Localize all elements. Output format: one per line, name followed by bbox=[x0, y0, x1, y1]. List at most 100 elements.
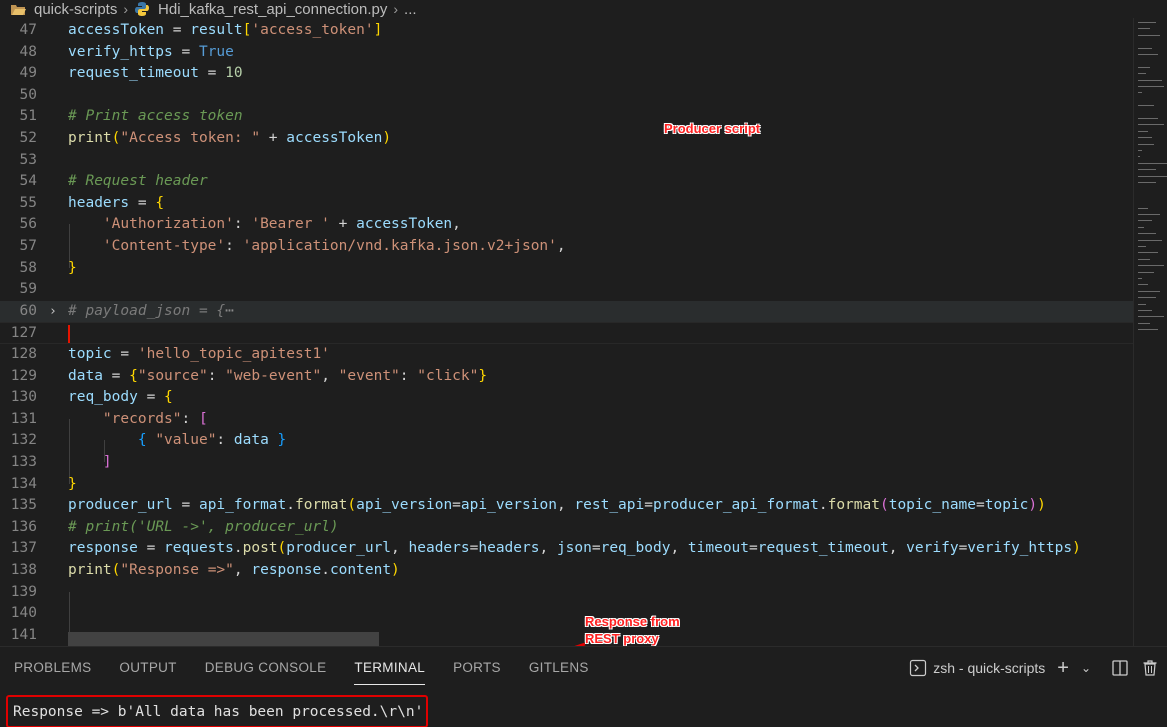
line-number: 49 bbox=[19, 65, 37, 82]
code-line[interactable]: 57 'Content-type': 'application/vnd.kafk… bbox=[0, 236, 1133, 258]
code-line[interactable]: 49 request_timeout = 10 bbox=[0, 63, 1133, 85]
tab-ports[interactable]: PORTS bbox=[439, 647, 515, 689]
code-line[interactable]: 133 ] bbox=[0, 452, 1133, 474]
breadcrumb-folder[interactable]: quick-scripts bbox=[34, 1, 117, 18]
code-line[interactable]: 47 accessToken = result['access_token'] bbox=[0, 20, 1133, 42]
split-icon[interactable] bbox=[1111, 659, 1129, 677]
code-line[interactable]: 135 producer_url = api_format.format(api_… bbox=[0, 495, 1133, 517]
plus-icon[interactable]: + bbox=[1057, 658, 1069, 678]
line-number: 130 bbox=[10, 389, 37, 406]
code-line[interactable]: 130 req_body = { bbox=[0, 387, 1133, 409]
code-line[interactable]: 129 data = {"source": "web-event", "event… bbox=[0, 366, 1133, 388]
minimap-line bbox=[1138, 329, 1158, 331]
code-token: "records" bbox=[102, 410, 182, 427]
terminal-selector[interactable]: zsh - quick-scripts bbox=[909, 659, 1045, 677]
code-line[interactable]: 137 response = requests.post(producer_url… bbox=[0, 538, 1133, 560]
code-line[interactable]: 138 print("Response =>", response.content… bbox=[0, 560, 1133, 582]
code-token: print bbox=[68, 562, 112, 578]
minimap-line bbox=[1138, 124, 1164, 126]
fold-chevron-icon[interactable]: › bbox=[49, 301, 57, 323]
code-line[interactable]: 50 bbox=[0, 85, 1133, 107]
tab-terminal[interactable]: TERMINAL bbox=[340, 647, 439, 689]
code-token: } bbox=[277, 432, 287, 449]
code-token: timeout bbox=[687, 540, 750, 557]
folder-icon bbox=[11, 5, 26, 15]
code-token: format bbox=[827, 497, 880, 514]
code-line[interactable]: 59 bbox=[0, 279, 1133, 301]
code-token: ] bbox=[373, 22, 383, 38]
code-line[interactable]: 56 'Authorization': 'Bearer ' + accessTo… bbox=[0, 214, 1133, 236]
code-token: post bbox=[242, 540, 278, 557]
minimap-line bbox=[1138, 226, 1144, 228]
code-token: accessToken bbox=[68, 22, 165, 38]
line-number: 141 bbox=[10, 626, 37, 643]
tab-problems[interactable]: PROBLEMS bbox=[0, 647, 105, 689]
code-token: : bbox=[399, 367, 418, 384]
line-number: 60 bbox=[19, 302, 37, 319]
code-line[interactable]: 128 topic = 'hello_topic_apitest1' bbox=[0, 344, 1133, 366]
trash-icon[interactable] bbox=[1141, 659, 1159, 677]
code-line[interactable]: 132 { "value": data } bbox=[0, 430, 1133, 452]
code-token: . bbox=[286, 497, 296, 514]
minimap[interactable] bbox=[1133, 18, 1167, 646]
code-token: "value" bbox=[155, 432, 217, 449]
breadcrumb-more[interactable]: ... bbox=[404, 1, 417, 18]
code-line[interactable]: 127 bbox=[0, 322, 1133, 344]
code-token: producer_api_format bbox=[652, 497, 819, 514]
code-line[interactable]: 54 # Request header bbox=[0, 171, 1133, 193]
minimap-line bbox=[1138, 265, 1164, 267]
line-number: 136 bbox=[10, 518, 37, 535]
code-token: "Response =>" bbox=[120, 562, 234, 578]
code-token: print bbox=[68, 130, 112, 146]
code-token: + bbox=[329, 216, 357, 233]
code-token: # payload_json = { bbox=[68, 302, 226, 319]
code-line[interactable]: 131 "records": [ bbox=[0, 409, 1133, 431]
code-token: , bbox=[233, 562, 252, 578]
minimap-line bbox=[1138, 169, 1156, 171]
tab-gitlens[interactable]: GITLENS bbox=[515, 647, 603, 689]
line-number: 53 bbox=[19, 151, 37, 168]
minimap-line bbox=[1138, 130, 1148, 132]
code-token: data bbox=[68, 367, 103, 384]
code-token: req_body bbox=[600, 540, 671, 557]
breadcrumb-file[interactable]: Hdi_kafka_rest_api_connection.py bbox=[158, 1, 387, 18]
chevron-down-icon[interactable]: ⌄ bbox=[1081, 661, 1091, 675]
code-line[interactable]: 140 bbox=[0, 603, 1133, 625]
code-line[interactable]: 53 bbox=[0, 150, 1133, 172]
code-token: } bbox=[68, 475, 77, 492]
tab-debug-console[interactable]: DEBUG CONSOLE bbox=[191, 647, 341, 689]
code-token: : bbox=[207, 367, 226, 384]
code-line[interactable]: 60 › # payload_json = {⋯ bbox=[0, 300, 1133, 323]
code-line[interactable]: 52 print("Access token: " + accessToken) bbox=[0, 128, 1133, 150]
line-number: 140 bbox=[10, 605, 37, 622]
code-line[interactable]: 48 verify_https = True bbox=[0, 42, 1133, 64]
minimap-line bbox=[1138, 310, 1152, 311]
code-token: ) bbox=[382, 130, 392, 146]
code-line[interactable]: 136 # print('URL ->', producer_url) bbox=[0, 517, 1133, 539]
line-number: 59 bbox=[19, 281, 37, 298]
code-line[interactable]: 139 bbox=[0, 582, 1133, 604]
code-token: ] bbox=[102, 454, 112, 470]
code-line[interactable]: 134} bbox=[0, 474, 1133, 496]
code-token: 'Content-type' bbox=[102, 238, 226, 254]
panel-tabs: PROBLEMS OUTPUT DEBUG CONSOLE TERMINAL PORTS… bbox=[0, 647, 603, 689]
tab-output[interactable]: OUTPUT bbox=[105, 647, 190, 689]
code-token: topic_name bbox=[888, 497, 977, 514]
code-line[interactable]: 58} bbox=[0, 258, 1133, 280]
code-line[interactable]: 55 headers = { bbox=[0, 193, 1133, 215]
line-number: 58 bbox=[19, 259, 37, 276]
code-token: 'application/vnd.kafka.json.v2+json' bbox=[242, 238, 557, 254]
code-token: headers bbox=[68, 194, 130, 211]
code-token: producer_url bbox=[68, 497, 173, 514]
code-token: , bbox=[670, 540, 688, 557]
code-line[interactable]: 51 # Print access token bbox=[0, 106, 1133, 128]
minimap-line bbox=[1138, 105, 1154, 107]
code-token: . bbox=[818, 497, 828, 514]
code-editor[interactable]: Producer script 47 accessToken = result['… bbox=[0, 18, 1133, 646]
terminal-output[interactable]: Response => b'All data has been processe… bbox=[13, 704, 423, 720]
line-number: 134 bbox=[10, 475, 37, 492]
minimap-line bbox=[1138, 220, 1152, 222]
